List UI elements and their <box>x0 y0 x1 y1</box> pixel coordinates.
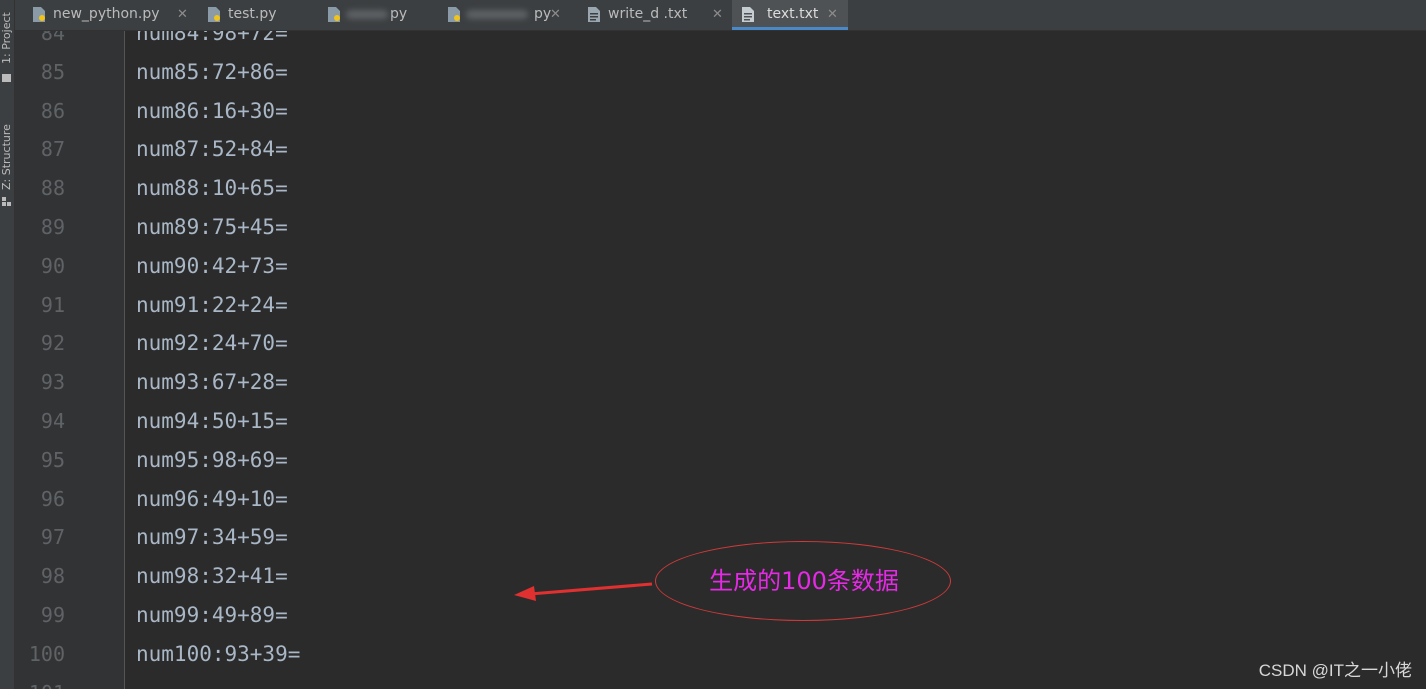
line-number: 88 <box>40 176 65 200</box>
line-number: 85 <box>40 60 65 84</box>
line-number: 97 <box>40 525 65 549</box>
tab-label: text.txt <box>767 6 819 22</box>
line-number: 90 <box>40 254 65 278</box>
code-line: num85:72+86= <box>136 60 288 84</box>
folder-icon <box>2 74 11 82</box>
code-line: num89:75+45= <box>136 215 288 239</box>
close-icon[interactable]: ✕ <box>712 0 723 29</box>
tab-test-py[interactable]: test.py <box>198 0 316 30</box>
project-tool-tab[interactable]: 1: Project <box>0 0 14 90</box>
editor-tab-bar: new_python.py ✕ test.py py py ✕ write_d … <box>15 0 1426 31</box>
line-number: 91 <box>40 293 65 317</box>
line-number: 98 <box>40 564 65 588</box>
line-number: 96 <box>40 487 65 511</box>
code-line: num92:24+70= <box>136 331 288 355</box>
tab-write-data-txt[interactable]: write_d .txt ✕ <box>578 0 728 30</box>
code-line: num95:98+69= <box>136 448 288 472</box>
close-icon[interactable]: ✕ <box>550 0 561 29</box>
code-line: num97:34+59= <box>136 525 288 549</box>
line-number: 92 <box>40 331 65 355</box>
redacted-text <box>346 10 388 19</box>
line-number: 101 <box>15 681 65 689</box>
code-line: num94:50+15= <box>136 409 288 433</box>
watermark: CSDN @IT之一小佬 <box>1258 661 1412 680</box>
code-line: num91:22+24= <box>136 293 288 317</box>
tab-text-txt[interactable]: text.txt ✕ <box>732 0 848 30</box>
python-file-icon <box>208 7 220 22</box>
annotation-ellipse: 生成的100条数据 <box>655 541 951 621</box>
redacted-text <box>466 10 528 19</box>
code-line: num84:98+72= <box>136 31 288 45</box>
code-line: num90:42+73= <box>136 254 288 278</box>
tab-label: new_python.py <box>53 6 160 22</box>
code-line: num87:52+84= <box>136 137 288 161</box>
code-line: num86:16+30= <box>136 99 288 123</box>
tab-new-python[interactable]: new_python.py ✕ <box>23 0 191 30</box>
tool-window-strip: 1: Project Z: Structure <box>0 0 15 689</box>
line-number: 94 <box>40 409 65 433</box>
structure-icon <box>2 196 11 206</box>
tab-label: py <box>534 6 552 22</box>
code-line: num98:32+41= <box>136 564 288 588</box>
structure-tool-tab[interactable]: Z: Structure <box>0 110 14 210</box>
line-number: 99 <box>40 603 65 627</box>
structure-tool-label: Z: Structure <box>0 124 13 190</box>
text-file-icon <box>588 7 600 22</box>
tab-py-file[interactable]: py <box>318 0 436 30</box>
code-line: num88:10+65= <box>136 176 288 200</box>
code-line: num96:49+10= <box>136 487 288 511</box>
line-number: 100 <box>28 642 65 666</box>
close-icon[interactable]: ✕ <box>177 0 188 29</box>
close-icon[interactable]: ✕ <box>827 0 838 29</box>
annotation-text: 生成的100条数据 <box>709 567 899 595</box>
line-number: 87 <box>40 137 65 161</box>
python-file-icon <box>448 7 460 22</box>
line-number: 95 <box>40 448 65 472</box>
line-number: 93 <box>40 370 65 394</box>
tab-label: py <box>390 6 408 22</box>
tab-label: write_d .txt <box>608 6 688 22</box>
line-number: 84 <box>40 31 65 45</box>
tab-py-file-2[interactable]: py ✕ <box>438 0 568 30</box>
line-number-gutter: 84 85 86 87 88 89 90 91 92 93 94 95 96 97 98 99 100 101 <box>15 31 125 689</box>
project-tool-label: 1: Project <box>0 12 13 64</box>
code-line: num100:93+39= <box>136 642 301 666</box>
tab-label: test.py <box>228 6 277 22</box>
code-line: num93:67+28= <box>136 370 288 394</box>
line-number: 86 <box>40 99 65 123</box>
python-file-icon <box>33 7 45 22</box>
text-file-icon <box>742 7 754 22</box>
code-line: num99:49+89= <box>136 603 288 627</box>
python-file-icon <box>328 7 340 22</box>
line-number: 89 <box>40 215 65 239</box>
